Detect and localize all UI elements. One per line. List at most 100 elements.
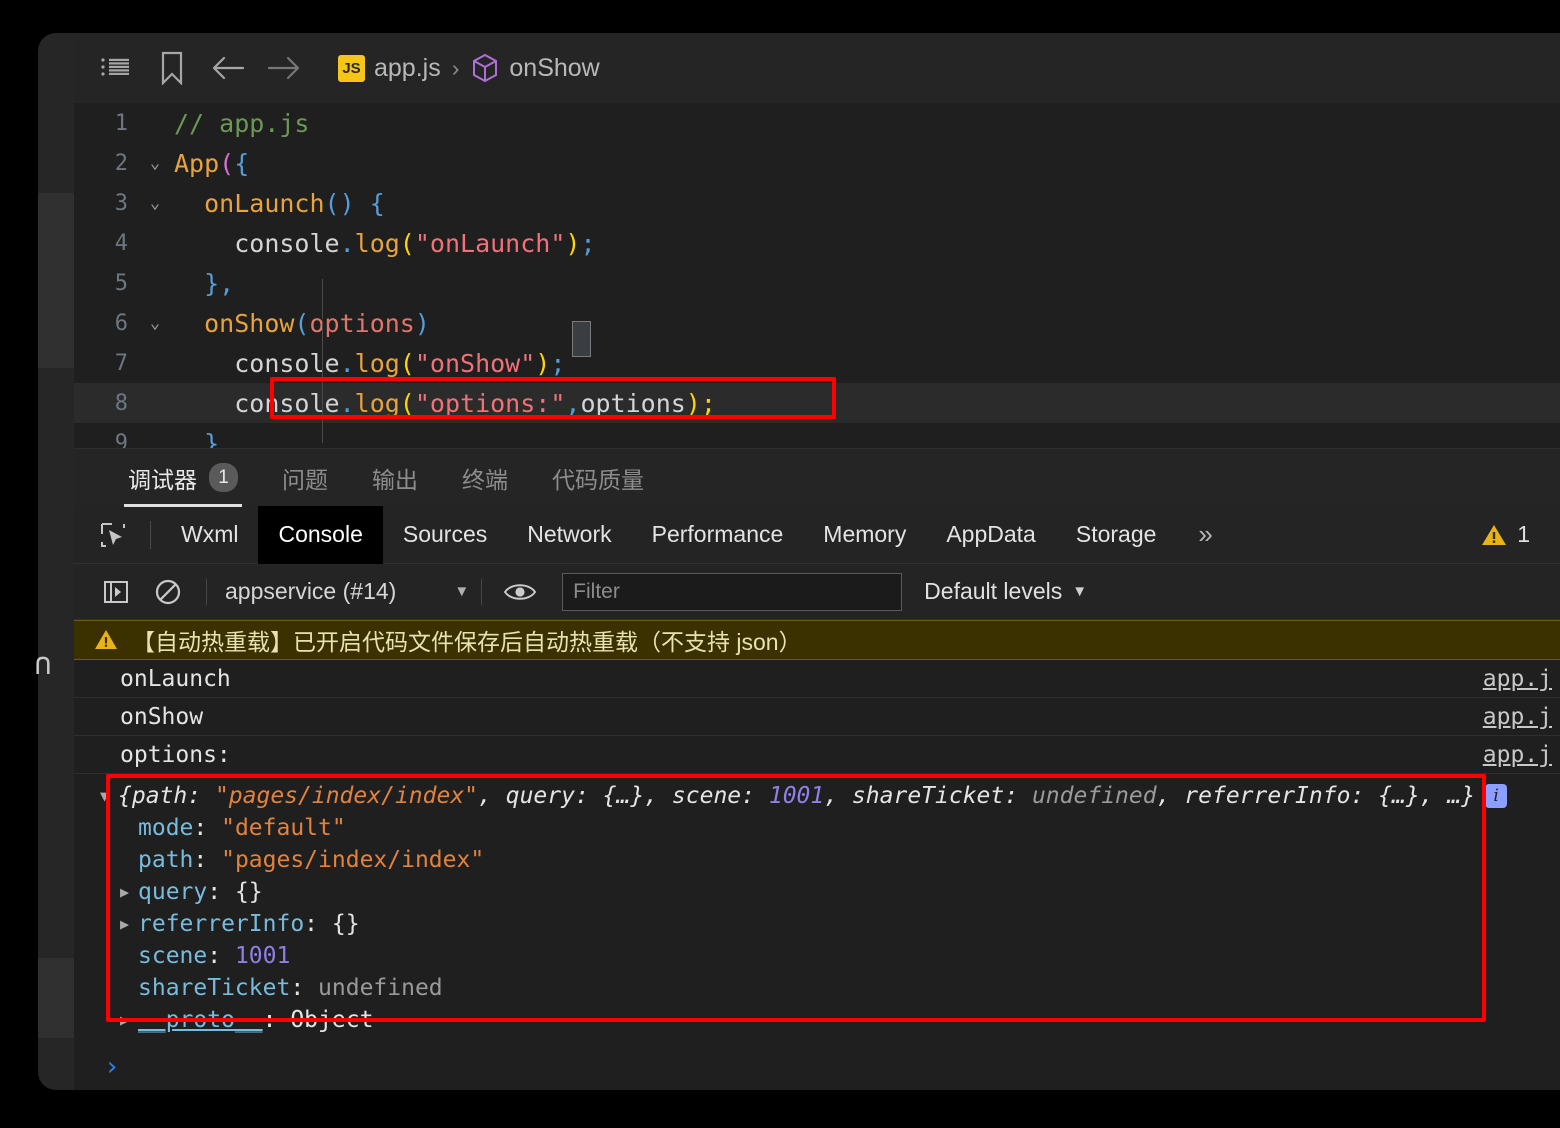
breadcrumb-file-name[interactable]: app.js [374, 54, 441, 83]
object-preview-segment: {path: [118, 783, 215, 809]
object-preview-segment: , shareTicket: [824, 783, 1032, 809]
fold-toggle-icon[interactable]: ⌄ [136, 153, 174, 173]
code-line[interactable]: 7 console.log("onShow"); [74, 343, 1560, 383]
console-toolbar[interactable]: appservice (#14) ▼ Filter Default levels… [74, 564, 1560, 620]
code-line[interactable]: 3 ⌄ onLaunch() { [74, 183, 1560, 223]
inspect-cursor-icon[interactable] [86, 520, 140, 550]
forward-arrow-icon[interactable] [256, 44, 312, 92]
console-source-link[interactable]: app.j [1483, 666, 1552, 692]
code-line[interactable]: 8 console.log("options:",options); [74, 383, 1560, 423]
indent-guide [322, 279, 323, 319]
code-line[interactable]: 5 }, [74, 263, 1560, 303]
line-number: 4 [114, 230, 128, 256]
code-token: onShow [204, 308, 295, 338]
devtools-tab-console[interactable]: Console [258, 505, 383, 564]
object-property-separator: : [304, 911, 332, 937]
fold-toggle-icon[interactable]: ⌄ [136, 313, 174, 333]
disclosure-triangle-icon[interactable]: ▶ [120, 915, 138, 933]
js-file-badge: JS [338, 54, 365, 82]
devtools-tab-network[interactable]: Network [507, 506, 631, 564]
breadcrumb-symbol-name[interactable]: onShow [509, 54, 599, 83]
code-token: "onShow" [414, 348, 536, 378]
panel-tab-0[interactable]: 调试器 1 [106, 449, 260, 507]
code-token: App [174, 148, 220, 178]
prompt-chevron-icon: › [104, 1052, 120, 1082]
code-token: . [339, 228, 355, 258]
code-text: }, [174, 269, 234, 298]
console-source-link[interactable]: app.j [1483, 742, 1552, 768]
fold-toggle-icon[interactable]: ⌄ [136, 193, 174, 213]
devtools-tab-sources[interactable]: Sources [383, 506, 507, 564]
panel-tab-1[interactable]: 问题 [260, 449, 350, 507]
object-preview-row[interactable]: ▼ {path: "pages/index/index", query: {…},… [74, 780, 1560, 812]
object-property-row[interactable]: ▶mode: "default" [74, 812, 1560, 844]
devtools-warning-indicator[interactable]: 1 [1481, 521, 1560, 548]
code-editor[interactable]: 1// app.js 2 ⌄ App({3 ⌄ onLaunch() {4 consol… [74, 103, 1560, 448]
code-line[interactable]: 1 // app.js [74, 103, 1560, 143]
object-property-row[interactable]: ▶scene: 1001 [74, 940, 1560, 972]
back-arrow-icon[interactable] [200, 44, 256, 92]
console-message-row: onShow app.j [74, 698, 1560, 736]
clear-console-icon[interactable] [142, 572, 194, 612]
panel-tab-label: 输出 [372, 466, 418, 493]
code-token: // app.js [174, 108, 310, 138]
disclosure-triangle-icon[interactable]: ▶ [120, 1011, 138, 1029]
bookmark-icon[interactable] [144, 44, 200, 92]
devtools-tab-appdata[interactable]: AppData [926, 506, 1056, 564]
console-source-link[interactable]: app.j [1483, 704, 1552, 730]
devtools-tab-performance[interactable]: Performance [632, 506, 804, 564]
console-prompt[interactable]: › [74, 1044, 1560, 1090]
panel-tab-3[interactable]: 终端 [440, 449, 530, 507]
console-context-selector[interactable]: appservice (#14) ▼ [219, 578, 469, 605]
code-token: } [204, 428, 220, 449]
object-property-row[interactable]: ▶ referrerInfo: {} [74, 908, 1560, 940]
object-property-separator: : [262, 1007, 291, 1033]
object-property-separator: : [207, 943, 235, 969]
disclosure-triangle-icon: ▶ [120, 979, 138, 997]
editor-toolbar: JS app.js › onShow [74, 33, 1560, 103]
devtools-tab-storage[interactable]: Storage [1056, 506, 1177, 564]
disclosure-triangle-icon: ▶ [120, 851, 138, 869]
code-token: ) [414, 308, 430, 338]
devtools-tab-wxml[interactable]: Wxml [161, 506, 258, 564]
symbol-cube-icon [470, 52, 500, 84]
panel-tab-bar[interactable]: 调试器 1 问题 输出 终端 代码质量 [74, 448, 1560, 507]
more-tabs-button[interactable]: » [1176, 519, 1234, 550]
code-text: console.log("onShow"); [174, 349, 565, 378]
code-text: } [174, 429, 219, 449]
devtools-tab-memory[interactable]: Memory [803, 506, 926, 564]
console-filter-input[interactable]: Filter [562, 572, 903, 611]
code-token: console [234, 228, 340, 258]
object-preview-segment: undefined [1031, 783, 1157, 809]
outline-icon[interactable] [88, 44, 144, 92]
code-token: { [234, 148, 250, 178]
code-line[interactable]: 2 ⌄ App({ [74, 143, 1560, 183]
console-output[interactable]: 【自动热重载】已开启代码文件保存后自动热重载（不支持 json） onLaunc… [74, 620, 1560, 1090]
object-property-row[interactable]: ▶path: "pages/index/index" [74, 844, 1560, 876]
object-property-row[interactable]: ▶ query: {} [74, 876, 1560, 908]
code-token: options [580, 388, 686, 418]
panel-tab-4[interactable]: 代码质量 [530, 449, 666, 507]
disclosure-triangle-icon[interactable]: ▶ [120, 883, 138, 901]
object-property-row[interactable]: ▶shareTicket: undefined [74, 972, 1560, 1004]
code-line[interactable]: 4 console.log("onLaunch"); [74, 223, 1560, 263]
code-token: ( [399, 388, 415, 418]
code-token: . [339, 388, 355, 418]
panel-tab-2[interactable]: 输出 [350, 449, 440, 507]
console-expanded-object[interactable]: ▼ {path: "pages/index/index", query: {…},… [74, 774, 1560, 1044]
code-token: ; [700, 388, 716, 418]
code-token: ( [399, 228, 415, 258]
disclosure-triangle-icon[interactable]: ▼ [100, 787, 118, 805]
code-line[interactable]: 9 } [74, 423, 1560, 449]
live-expression-icon[interactable] [494, 572, 546, 612]
panel-toggle-icon[interactable] [90, 572, 142, 612]
info-badge-icon[interactable]: i [1485, 784, 1508, 808]
line-number: 1 [114, 110, 128, 136]
devtools-tab-bar[interactable]: Wxml Console Sources Network Performance Memo… [74, 505, 1560, 564]
code-line[interactable]: 6 ⌄ onShow(options) [74, 303, 1560, 343]
console-message-row: options: app.j [74, 736, 1560, 774]
object-property-row[interactable]: ▶ __proto__: Object [74, 1004, 1560, 1036]
console-levels-dropdown[interactable]: Default levels ▼ [924, 578, 1087, 605]
